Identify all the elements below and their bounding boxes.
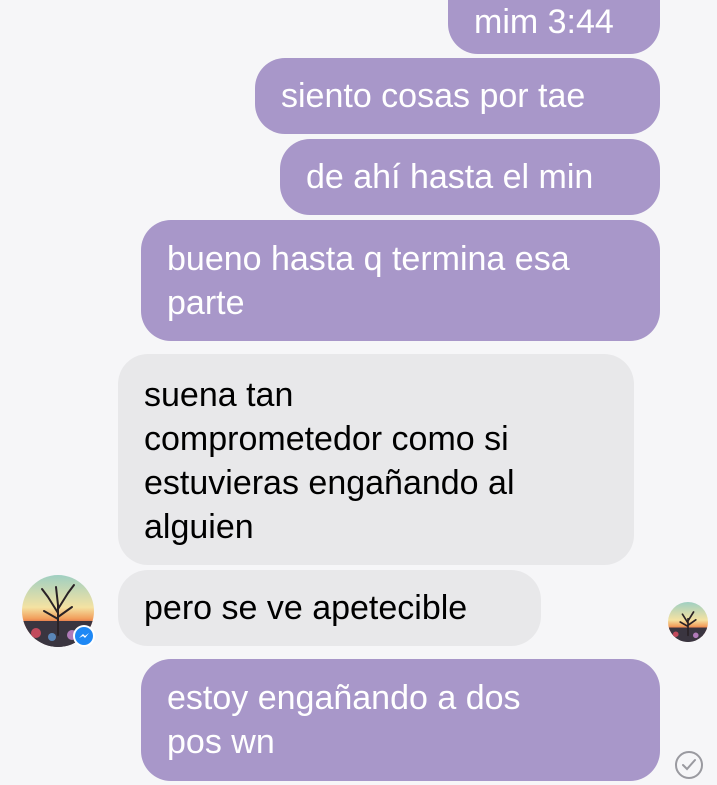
message-bubble-incoming[interactable]: pero se ve apetecible bbox=[118, 570, 541, 646]
message-text-line: alguien bbox=[144, 508, 254, 546]
message-bubble-outgoing[interactable]: bueno hasta q termina esa parte bbox=[141, 220, 660, 341]
messenger-icon bbox=[75, 627, 93, 645]
message-text-line: bueno hasta q termina esa bbox=[167, 240, 570, 278]
message-bubble-outgoing[interactable]: de ahí hasta el min bbox=[280, 139, 660, 215]
message-text-line: comprometedor como si bbox=[144, 420, 509, 458]
message-thread[interactable]: mim 3:44 siento cosas por tae de ahí has… bbox=[0, 0, 717, 781]
read-receipt-avatar bbox=[668, 602, 708, 642]
tree-sunset-avatar-icon bbox=[668, 602, 708, 642]
message-bubble-outgoing[interactable]: estoy engañando a dos pos wn bbox=[141, 659, 660, 781]
message-text: pero se ve apetecible bbox=[144, 589, 468, 627]
message-text-line: parte bbox=[167, 284, 245, 322]
message-bubble-outgoing[interactable]: siento cosas por tae bbox=[255, 58, 660, 134]
messenger-badge bbox=[73, 625, 95, 647]
message-text-line: suena tan bbox=[144, 376, 294, 414]
message-text-line: estoy engañando a dos bbox=[167, 679, 521, 717]
message-text-line: estuvieras engañando al bbox=[144, 464, 515, 502]
message-text: siento cosas por tae bbox=[281, 77, 586, 115]
message-bubble-incoming[interactable]: suena tan comprometedor como si estuvier… bbox=[118, 354, 634, 565]
message-text-line: pos wn bbox=[167, 723, 275, 761]
message-text: mim 3:44 bbox=[474, 3, 614, 41]
message-text: de ahí hasta el min bbox=[306, 158, 594, 196]
message-bubble-outgoing[interactable]: mim 3:44 bbox=[448, 0, 660, 54]
check-circle-icon bbox=[674, 750, 704, 780]
